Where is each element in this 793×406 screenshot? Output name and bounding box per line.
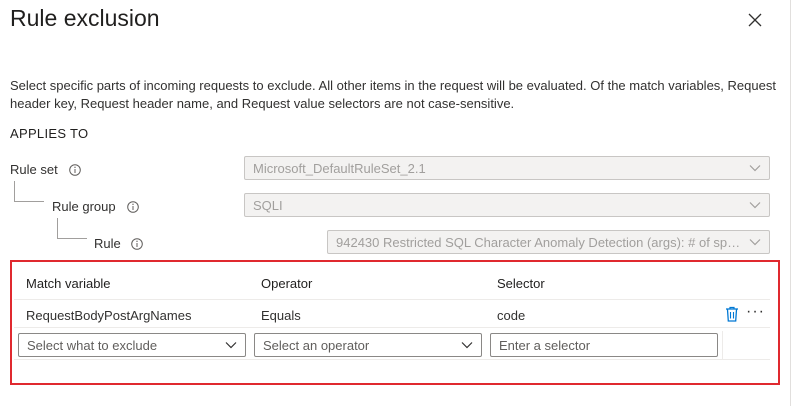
panel-edge [790,0,791,406]
column-divider [722,331,723,359]
selector-input[interactable] [490,333,718,357]
more-icon[interactable]: ··· [746,304,764,321]
rule-group-select[interactable]: SQLI [244,193,770,217]
row-divider [14,299,770,300]
rule-group-label: Rule group [52,199,116,214]
rule-select[interactable]: 942430 Restricted SQL Character Anomaly … [327,230,770,254]
column-header-selector: Selector [497,276,545,291]
tree-connector [57,238,87,239]
chevron-down-icon [749,239,761,246]
rule-set-select[interactable]: Microsoft_DefaultRuleSet_2.1 [244,156,770,180]
info-icon[interactable] [68,163,81,176]
rule-label: Rule [94,236,121,251]
match-variable-placeholder: Select what to exclude [27,338,158,353]
cell-match-variable: RequestBodyPostArgNames [26,308,192,323]
chevron-down-icon [225,342,237,349]
tree-connector [57,218,58,238]
cell-operator: Equals [261,308,301,323]
rule-set-value: Microsoft_DefaultRuleSet_2.1 [253,161,426,176]
tree-connector [14,181,15,201]
rule-set-label-row: Rule set [10,162,81,177]
rule-value: 942430 Restricted SQL Character Anomaly … [336,235,770,250]
cell-selector: code [497,308,526,323]
row-divider [14,359,770,360]
tree-connector [14,201,44,202]
chevron-down-icon [749,165,761,172]
row-divider [14,327,770,328]
rule-set-label: Rule set [10,162,58,177]
applies-to-heading: APPLIES TO [10,126,89,141]
delete-icon[interactable] [725,306,739,322]
close-icon[interactable] [744,9,766,31]
rule-group-label-row: Rule group [52,199,139,214]
info-icon[interactable] [130,237,143,250]
operator-dropdown[interactable]: Select an operator [254,333,482,357]
match-variable-dropdown[interactable]: Select what to exclude [18,333,246,357]
chevron-down-icon [461,342,473,349]
column-header-match-variable: Match variable [26,276,111,291]
panel-title: Rule exclusion [10,5,160,31]
rule-label-row: Rule [94,236,143,251]
operator-placeholder: Select an operator [263,338,370,353]
chevron-down-icon [749,202,761,209]
info-icon[interactable] [126,200,139,213]
panel-description: Select specific parts of incoming reques… [10,78,776,111]
rule-group-value: SQLI [253,198,283,213]
column-header-operator: Operator [261,276,313,291]
